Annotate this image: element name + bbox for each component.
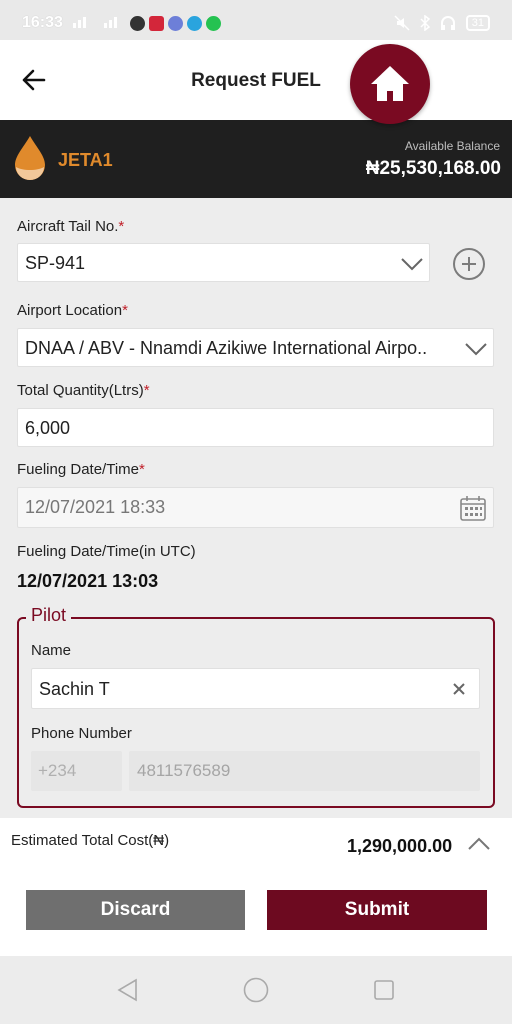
estimated-cost-label: Estimated Total Cost(₦)	[11, 832, 170, 849]
quantity-value: 6,000	[25, 418, 71, 438]
balance-banner: JETA1 Available Balance ₦25,530,168.00	[0, 120, 512, 198]
airport-location-label: Airport Location*	[17, 302, 128, 319]
pilot-name-label: Name	[31, 642, 72, 659]
country-code-field: +234	[31, 751, 122, 791]
phone-number-value: 4811576589	[137, 761, 231, 780]
system-nav-bar	[0, 956, 512, 1024]
fuel-drop-icon	[15, 136, 45, 180]
chevron-down-icon	[465, 343, 487, 356]
plus-icon	[462, 257, 476, 271]
phone-number-field: 4811576589	[129, 751, 480, 791]
submit-button[interactable]: Submit	[267, 890, 487, 930]
utc-date-label: Fueling Date/Time(in UTC)	[17, 543, 196, 560]
nav-home-icon[interactable]	[243, 977, 269, 1003]
headphones-icon	[440, 16, 455, 30]
page-title: Request FUEL	[191, 70, 321, 91]
add-aircraft-button[interactable]	[453, 248, 485, 280]
chevron-up-icon[interactable]	[468, 837, 490, 851]
status-time: 16:33	[22, 14, 63, 31]
airport-location-select[interactable]: DNAA / ABV - Nnamdi Azikiwe Internationa…	[17, 328, 494, 367]
utc-date-value: 12/07/2021 13:03	[17, 571, 159, 591]
telegram-icon	[187, 16, 202, 31]
chevron-down-icon	[401, 258, 423, 271]
fuel-type-name: JETA1	[58, 150, 113, 170]
battery-icon: 31	[465, 15, 490, 31]
status-right-icons: 31	[394, 15, 490, 31]
available-balance-amount: ₦25,530,168.00	[365, 158, 501, 179]
pilot-name-value: Sachin T	[39, 679, 110, 699]
fueling-date-input[interactable]: 12/07/2021 18:33	[17, 487, 494, 528]
available-balance-label: Available Balance	[404, 139, 500, 153]
signal-icon-2	[104, 17, 117, 28]
quantity-label: Total Quantity(Ltrs)*	[17, 382, 150, 399]
notification-icons	[130, 16, 221, 31]
phone-number-label: Phone Number	[31, 725, 132, 742]
airport-location-value: DNAA / ABV - Nnamdi Azikiwe Internationa…	[25, 338, 428, 358]
app-header: Request FUEL	[0, 40, 512, 120]
mute-icon	[394, 15, 410, 31]
app-notification-icon	[149, 16, 164, 31]
discord-icon	[168, 16, 183, 31]
app-notification-icon	[130, 16, 145, 31]
aircraft-tail-label: Aircraft Tail No.*	[17, 218, 125, 235]
whatsapp-icon	[206, 16, 221, 31]
country-code-value: +234	[38, 761, 77, 780]
pilot-name-input[interactable]: Sachin T	[31, 668, 480, 709]
signal-icon	[73, 17, 86, 28]
nav-back-icon[interactable]	[116, 978, 138, 1002]
home-icon	[371, 66, 409, 101]
calendar-icon[interactable]	[459, 494, 487, 522]
pilot-legend: Pilot	[26, 605, 72, 626]
aircraft-tail-value: SP-941	[25, 253, 86, 273]
quantity-input[interactable]: 6,000	[17, 408, 494, 447]
fueling-date-value: 12/07/2021 18:33	[25, 497, 166, 517]
home-button[interactable]	[350, 44, 430, 124]
nav-recents-icon[interactable]	[373, 979, 395, 1001]
discard-button[interactable]: Discard	[26, 890, 245, 930]
fueling-date-label: Fueling Date/Time*	[17, 461, 145, 478]
bluetooth-icon	[420, 15, 430, 31]
estimated-cost-value: 1,290,000.00	[347, 836, 453, 856]
aircraft-tail-select[interactable]: SP-941	[17, 243, 430, 282]
status-bar: 16:33 31	[0, 0, 512, 40]
footer-panel: Estimated Total Cost(₦) 1,290,000.00 Dis…	[0, 818, 512, 956]
clear-icon[interactable]	[452, 682, 466, 696]
